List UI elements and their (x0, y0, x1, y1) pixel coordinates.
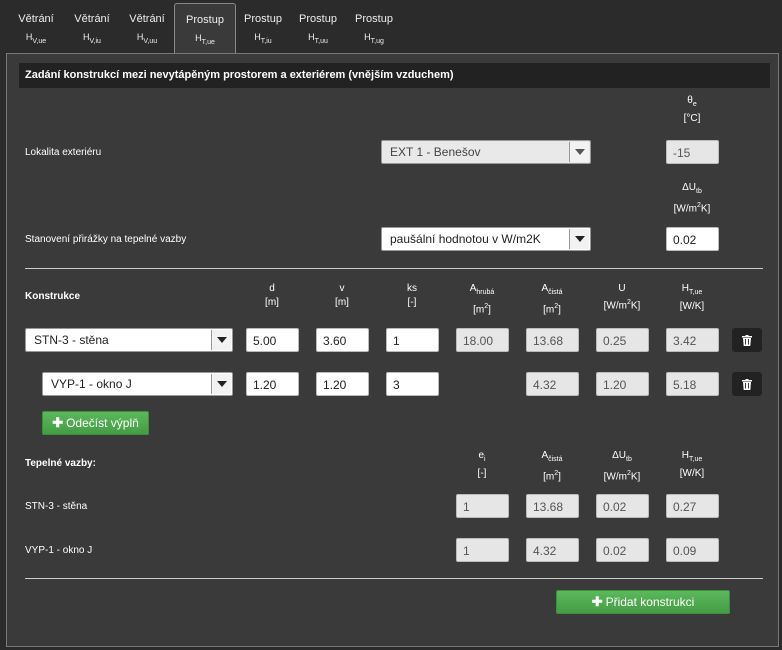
plus-icon: ✚ (52, 415, 64, 430)
dutb-field[interactable]: 0.02 (666, 227, 719, 251)
h-field-row2: 5.18 (666, 372, 719, 396)
col-d-header: d [m] (265, 283, 279, 308)
chevron-down-icon (569, 229, 589, 249)
vazba-acista-field-row2: 4.32 (526, 538, 579, 562)
u-field-row1: 0.25 (596, 328, 649, 352)
chevron-down-icon (211, 330, 231, 350)
dutb-column-header: ΔUtb [W/m2K] (673, 182, 711, 215)
vazba-h-field-row1: 0.27 (666, 494, 719, 518)
ei-field-row2: 1 (456, 538, 509, 562)
divider (25, 268, 763, 269)
chevron-down-icon (569, 142, 589, 162)
col-acista-header: Ačistá [m2] (541, 283, 563, 316)
ahruba-field-row1: 18.00 (456, 328, 509, 352)
prirazka-select[interactable]: paušální hodnotou v W/m2K (381, 227, 591, 251)
odecist-vyplne-button[interactable]: ✚ Odečíst výplň (42, 411, 149, 435)
vazba-name-row1: STN-3 - stěna (25, 501, 88, 512)
col-vazby-h-header: HT,ue [W/K] (679, 450, 705, 479)
trash-icon (742, 334, 752, 346)
u-field-row2: 1.20 (596, 372, 649, 396)
ks-field-row1[interactable]: 1 (386, 328, 439, 352)
delete-row2-button[interactable] (732, 372, 762, 396)
konstrukce-select-row1[interactable]: STN-3 - stěna (25, 328, 233, 352)
vazba-h-field-row2: 0.09 (666, 538, 719, 562)
col-ei-header: ei [-] (477, 450, 487, 479)
tab-vetrani-hv-ue[interactable]: Větrání HV,ue (8, 6, 64, 52)
col-h-header: HT,ue [W/K] (679, 283, 705, 312)
prirazka-label: Stanovení přirážky na tepelné vazby (25, 234, 187, 245)
tab-vetrani-hv-uu[interactable]: Větrání HV,uu (119, 6, 175, 52)
plus-icon: ✚ (591, 594, 603, 609)
col-vazby-dutb-header: ΔUtb [W/m2K] (603, 450, 641, 483)
vazba-acista-field-row1: 13.68 (526, 494, 579, 518)
col-ks-header: ks [-] (407, 283, 417, 308)
h-field-row1: 3.42 (666, 328, 719, 352)
acista-field-row2: 4.32 (526, 372, 579, 396)
tab-bar: Větrání HV,ue Větrání HV,iu Větrání HV,uu P… (0, 0, 782, 55)
col-vazby-acista-header: Ačistá [m2] (541, 450, 563, 483)
ks-field-row2[interactable]: 3 (386, 372, 439, 396)
konstrukce-label: Konstrukce (25, 291, 81, 302)
v-field-row1[interactable]: 3.60 (316, 328, 369, 352)
tab-prostup-ht-iu[interactable]: Prostup HT,iu (235, 6, 291, 52)
col-u-header: U [W/m2K] (603, 283, 641, 312)
col-ahruba-header: Ahrubá [m2] (469, 283, 495, 316)
tepelne-vazby-label: Tepelné vazby: (25, 458, 96, 469)
theta-column-header: θe [°C] (683, 95, 701, 124)
col-v-header: v [m] (335, 283, 349, 308)
ei-field-row1: 1 (456, 494, 509, 518)
section-header: Zadání konstrukcí mezi nevytápěným prost… (19, 63, 770, 88)
acista-field-row1: 13.68 (526, 328, 579, 352)
vazba-name-row2: VYP-1 - okno J (25, 545, 93, 556)
d-field-row1[interactable]: 5.00 (246, 328, 299, 352)
tab-vetrani-hv-iu[interactable]: Větrání HV,iu (64, 6, 120, 52)
konstrukce-select-row2[interactable]: VYP-1 - okno J (42, 372, 233, 396)
pridat-konstrukci-button[interactable]: ✚ Přidat konstrukci (556, 590, 730, 614)
tab-prostup-ht-uu[interactable]: Prostup HT,uu (290, 6, 346, 52)
divider (25, 578, 763, 579)
theta-e-field[interactable]: -15 (666, 140, 719, 164)
trash-icon (742, 378, 752, 390)
delete-row1-button[interactable] (732, 328, 762, 352)
lokalita-select[interactable]: EXT 1 - Benešov (381, 140, 591, 164)
vazba-dutb-field-row1: 0.02 (596, 494, 649, 518)
content-panel: Zadání konstrukcí mezi nevytápěným prost… (6, 53, 779, 647)
tab-prostup-ht-ue[interactable]: Prostup HT,ue (174, 3, 236, 55)
lokalita-label: Lokalita exteriéru (25, 147, 102, 158)
d-field-row2[interactable]: 1.20 (246, 372, 299, 396)
chevron-down-icon (211, 374, 231, 394)
vazba-dutb-field-row2: 0.02 (596, 538, 649, 562)
v-field-row2[interactable]: 1.20 (316, 372, 369, 396)
tab-prostup-ht-ug[interactable]: Prostup HT,ug (346, 6, 402, 52)
